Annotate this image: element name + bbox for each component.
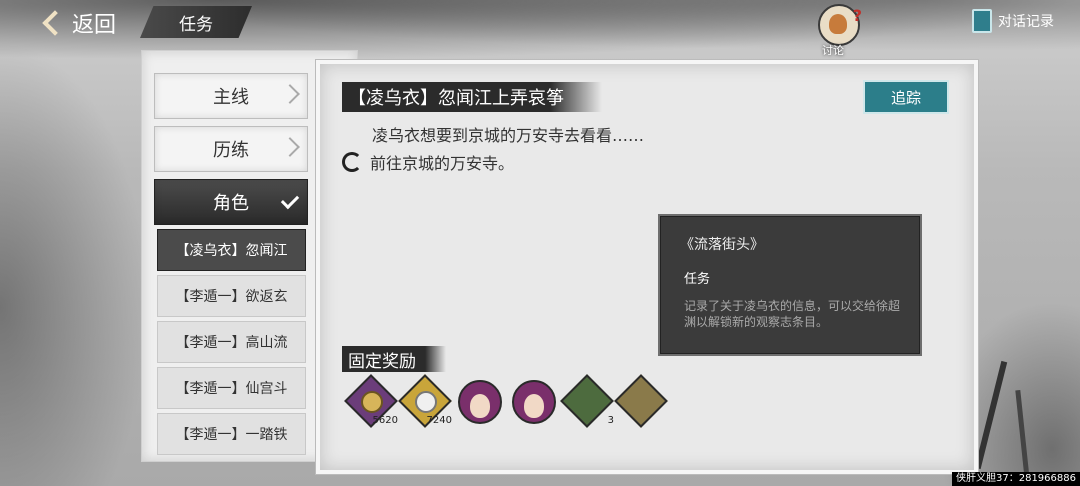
dialog-log-label: 对话记录 [998, 14, 1054, 30]
chevron-left-icon [42, 10, 68, 36]
quest-detail-panel: 【凌乌衣】忽闻江上弄哀筝 追踪 凌乌衣想要到京城的万安寺去看看…… 前往京城的万… [316, 60, 978, 474]
quest-list-item[interactable]: 【李遁一】仙宫斗 [157, 367, 306, 409]
character-portrait-icon [512, 380, 556, 424]
reward-item[interactable] [614, 374, 668, 428]
quest-title: 【凌乌衣】忽闻江上弄哀筝 [342, 82, 602, 112]
status-bar-text: 侠肝义胆37：281966886 [952, 472, 1080, 486]
reward-count: 7240 [426, 415, 452, 426]
back-label: 返回 [72, 13, 117, 38]
track-button[interactable]: 追踪 [863, 80, 949, 114]
progress-ring-icon [342, 152, 362, 172]
tooltip-description: 记录了关于凌乌衣的信息，可以交给徐超渊以解锁新的观察志条目。 [684, 299, 901, 329]
objective-text: 前往京城的万安寺。 [370, 154, 515, 173]
quest-objective: 前往京城的万安寺。 [342, 150, 514, 174]
discuss-button[interactable]: ? 讨论 [814, 4, 864, 57]
checkmark-icon [280, 190, 300, 210]
wood-bundle-icon [560, 374, 614, 428]
book-icon [972, 9, 992, 33]
reward-count: 5620 [372, 415, 398, 426]
tooltip-title: 《流落街头》 [680, 237, 764, 253]
coin-glyph-icon [361, 391, 383, 413]
reward-section-title: 固定奖励 [342, 346, 446, 372]
reward-list: 5620 7240 3 [344, 374, 668, 428]
quest-list-item[interactable]: 【李遁一】高山流 [157, 321, 306, 363]
section-title: 任务 [140, 6, 252, 38]
question-mark-icon: ? [852, 6, 862, 25]
chevron-right-icon [280, 137, 300, 157]
tooltip-type: 任务 [684, 272, 711, 287]
discuss-label: 讨论 [822, 44, 844, 57]
reward-count: 3 [607, 415, 614, 426]
category-training-tab[interactable]: 历练 [154, 126, 308, 172]
reward-item[interactable]: 7240 [398, 374, 452, 428]
reward-item[interactable]: 3 [560, 374, 614, 428]
quest-list-item[interactable]: 【凌乌衣】忽闻江 [157, 229, 306, 271]
category-character-tab[interactable]: 角色 [154, 179, 308, 225]
ingot-glyph-icon [415, 391, 437, 413]
chevron-right-icon [280, 84, 300, 104]
character-portrait-icon [458, 380, 502, 424]
dialog-log-button[interactable]: 对话记录 [972, 8, 1054, 34]
category-main-tab[interactable]: 主线 [154, 73, 308, 119]
category-label: 主线 [213, 87, 249, 108]
book-icon [614, 374, 668, 428]
back-button[interactable]: 返回 [36, 6, 140, 40]
ink-wash-left [0, 40, 150, 486]
reward-item[interactable] [508, 376, 556, 424]
quest-list-item[interactable]: 【李遁一】一踏铁 [157, 413, 306, 455]
category-label: 历练 [213, 140, 249, 161]
reward-item[interactable]: 5620 [344, 374, 398, 428]
category-label: 角色 [213, 193, 249, 214]
quest-description: 凌乌衣想要到京城的万安寺去看看…… [372, 126, 645, 145]
quest-list-item[interactable]: 【李遁一】欲返玄 [157, 275, 306, 317]
item-tooltip: 《流落街头》 任务 记录了关于凌乌衣的信息，可以交给徐超渊以解锁新的观察志条目。 [658, 214, 922, 356]
reward-item[interactable] [454, 376, 502, 424]
